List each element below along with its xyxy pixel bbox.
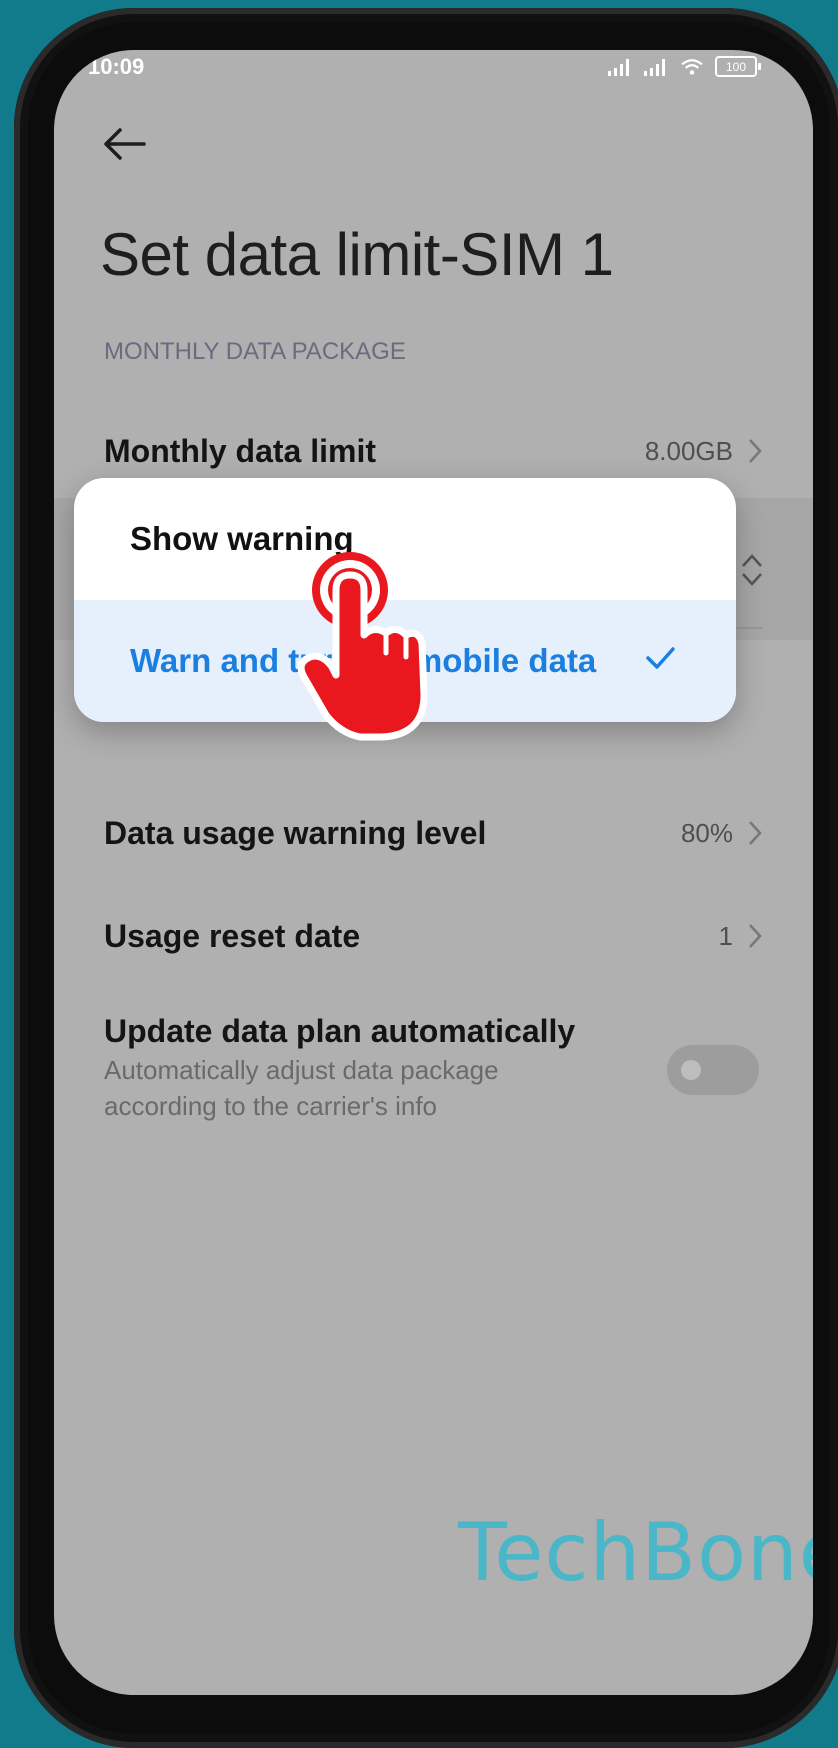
warning-level-value-wrap: 80% (681, 818, 763, 849)
monthly-data-limit-row[interactable]: Monthly data limit 8.00GB (104, 426, 763, 476)
signal-icon (608, 58, 629, 76)
chevron-right-icon (749, 821, 762, 845)
chevron-right-icon (749, 439, 762, 463)
phone-screen: 10:09 100 Set data limit-SIM 1 MONTHLY D… (54, 50, 813, 1695)
warning-level-value: 80% (680, 817, 733, 848)
chevron-right-icon (749, 924, 762, 948)
section-label: MONTHLY DATA PACKAGE (104, 338, 406, 365)
updown-chevron-icon (742, 554, 762, 586)
update-plan-row: Update data plan automatically Automatic… (104, 1013, 763, 1122)
back-arrow-icon[interactable] (100, 124, 148, 164)
monthly-data-limit-value-wrap: 8.00GB (645, 436, 763, 467)
reset-date-value: 1 (718, 920, 733, 951)
watermark: TechBone (458, 1506, 813, 1599)
status-bar: 10:09 100 (54, 50, 813, 110)
signal-icon (644, 58, 665, 76)
status-time: 10:09 (88, 54, 145, 79)
update-plan-sub-1: Automatically adjust data package (104, 1055, 499, 1085)
page-title: Set data limit-SIM 1 (100, 221, 614, 288)
toggle-knob (681, 1060, 701, 1080)
reset-date-row[interactable]: Usage reset date 1 (104, 911, 763, 961)
update-plan-toggle[interactable] (667, 1045, 759, 1095)
battery-icon: 100 (715, 56, 761, 77)
status-icons: 100 (607, 56, 761, 77)
update-plan-label: Update data plan automatically (104, 1013, 576, 1049)
reset-date-value-wrap: 1 (719, 921, 763, 952)
update-plan-sub-2: according to the carrier's info (104, 1091, 438, 1121)
wifi-icon (681, 58, 703, 75)
update-plan-text: Update data plan automatically Automatic… (104, 1013, 575, 1122)
tap-hand-icon (297, 552, 428, 741)
checkmark-icon (646, 647, 675, 669)
warning-level-label: Data usage warning level (104, 814, 487, 851)
reset-date-label: Usage reset date (104, 917, 361, 954)
monthly-data-limit-value: 8.00GB (644, 435, 733, 466)
monthly-data-limit-label: Monthly data limit (104, 432, 376, 469)
warning-level-row[interactable]: Data usage warning level 80% (104, 808, 763, 858)
